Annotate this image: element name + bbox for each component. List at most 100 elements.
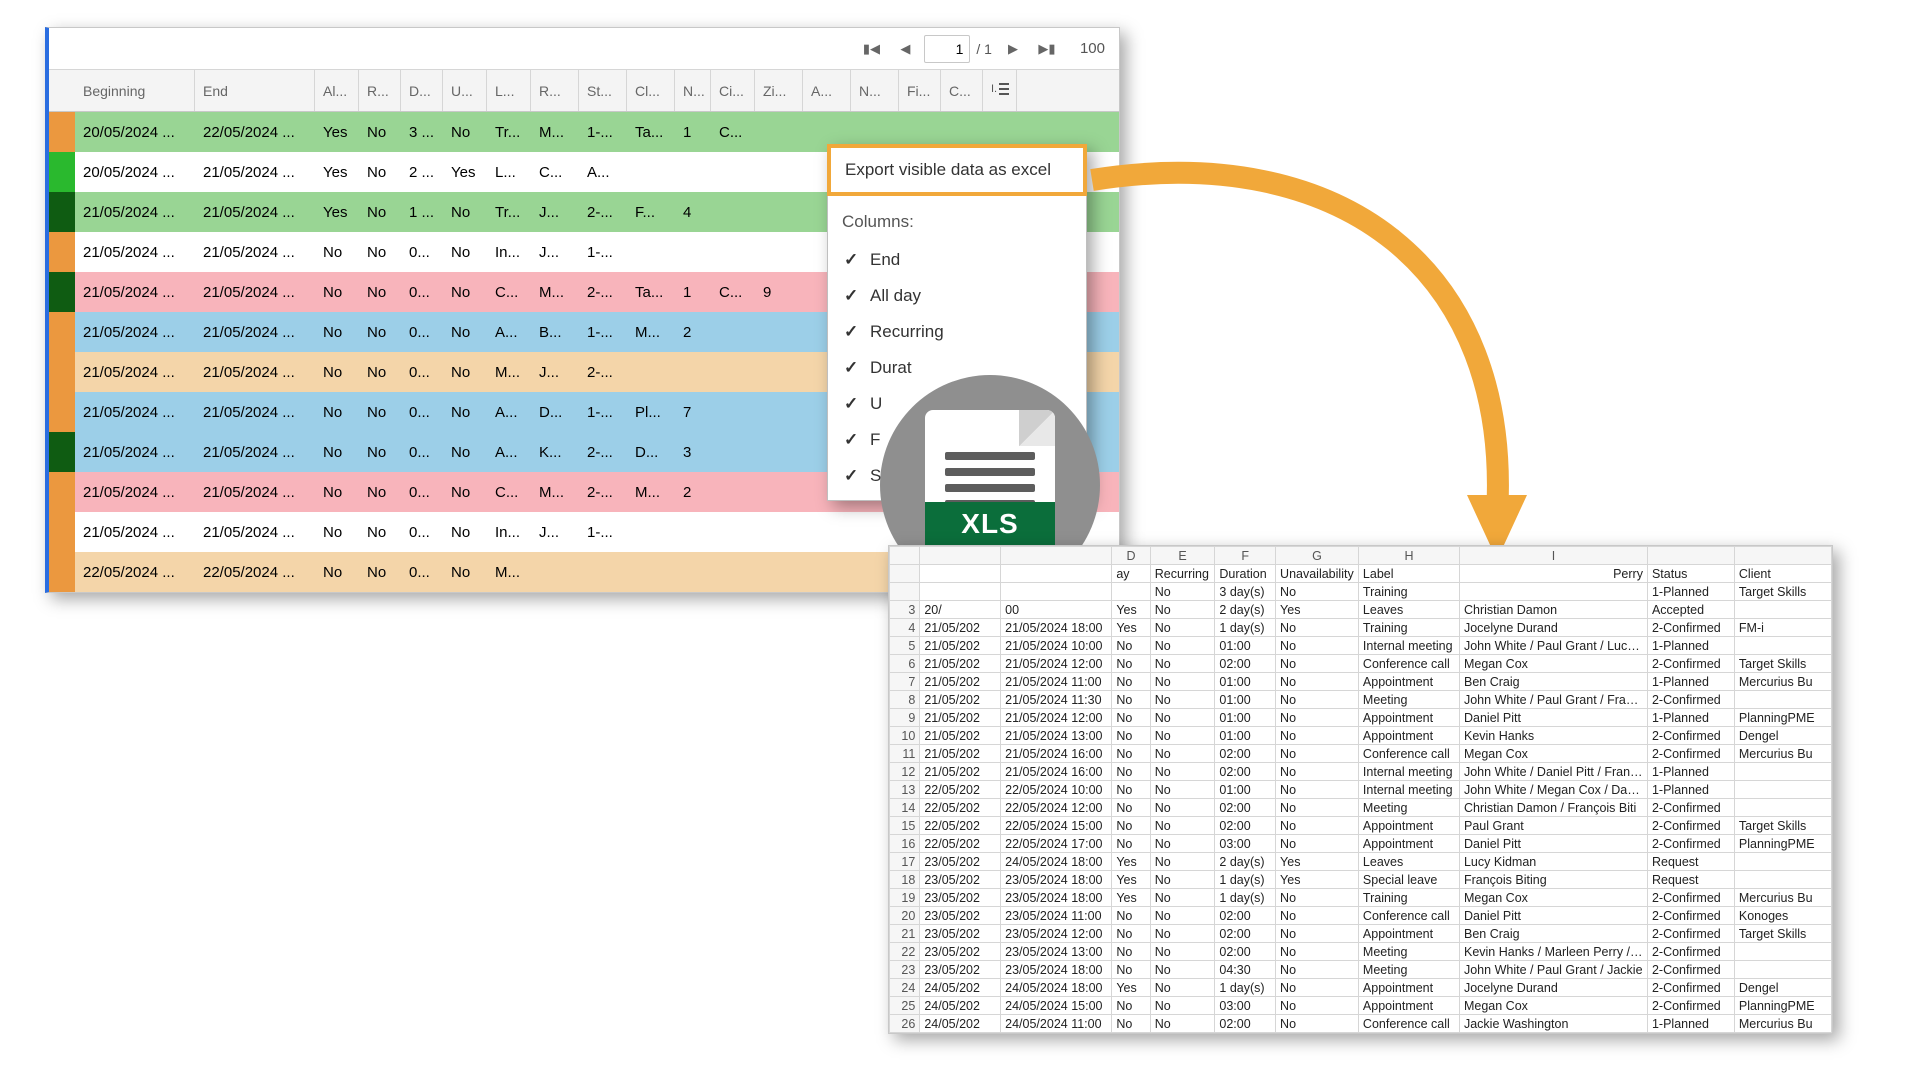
col-allday[interactable]: Al... <box>315 70 359 111</box>
row-number[interactable]: 19 <box>890 889 920 907</box>
sheet-row[interactable]: 1021/05/20221/05/2024 13:00NoNo01:00NoAp… <box>890 727 1832 745</box>
sheet-row[interactable]: 1522/05/20222/05/2024 15:00NoNo02:00NoAp… <box>890 817 1832 835</box>
sheet-row[interactable]: 1322/05/20222/05/2024 10:00NoNo01:00NoIn… <box>890 781 1832 799</box>
row-number[interactable]: 7 <box>890 673 920 691</box>
row-number[interactable]: 11 <box>890 745 920 763</box>
column-toggle-item[interactable]: ✓Recurring <box>828 314 1086 350</box>
sheet-row[interactable]: 2524/05/20224/05/2024 15:00NoNo03:00NoAp… <box>890 997 1832 1015</box>
row-number[interactable]: 26 <box>890 1015 920 1033</box>
sheet-row[interactable]: 921/05/20221/05/2024 12:00NoNo01:00NoApp… <box>890 709 1832 727</box>
col-resource[interactable]: R... <box>531 70 579 111</box>
sheet-row[interactable]: 320/00YesNo2 day(s)YesLeavesChristian Da… <box>890 601 1832 619</box>
cell: 2 <box>675 484 711 501</box>
col-letter[interactable]: E <box>1150 547 1215 565</box>
sheet-row[interactable]: 421/05/20221/05/2024 18:00YesNo1 day(s)N… <box>890 619 1832 637</box>
sheet-row[interactable]: 1723/05/20224/05/2024 18:00YesNo2 day(s)… <box>890 853 1832 871</box>
cell: 2-Confirmed <box>1647 925 1734 943</box>
row-number[interactable]: 8 <box>890 691 920 709</box>
row-number[interactable]: 6 <box>890 655 920 673</box>
col-zi[interactable]: Zi... <box>755 70 803 111</box>
column-menu-button[interactable]: I. <box>983 70 1017 111</box>
col-a[interactable]: A... <box>803 70 851 111</box>
next-page-icon[interactable]: ▶ <box>998 34 1028 64</box>
column-toggle-item[interactable]: ✓End <box>828 242 1086 278</box>
row-number[interactable]: 9 <box>890 709 920 727</box>
sheet-row[interactable]: 1221/05/20221/05/2024 16:00NoNo02:00NoIn… <box>890 763 1832 781</box>
page-size[interactable]: 100 <box>1080 40 1105 57</box>
row-number[interactable]: 14 <box>890 799 920 817</box>
row-number[interactable] <box>890 565 920 583</box>
row-number[interactable]: 10 <box>890 727 920 745</box>
cell: Training <box>1358 619 1459 637</box>
cell: 1-... <box>579 524 627 541</box>
sheet-row[interactable]: 2223/05/20223/05/2024 13:00NoNo02:00NoMe… <box>890 943 1832 961</box>
col-label[interactable]: L... <box>487 70 531 111</box>
sheet-row[interactable]: 2323/05/20223/05/2024 18:00NoNo04:30NoMe… <box>890 961 1832 979</box>
col-end[interactable]: End <box>195 70 315 111</box>
row-number[interactable]: 5 <box>890 637 920 655</box>
row-number[interactable]: 3 <box>890 601 920 619</box>
row-number[interactable]: 17 <box>890 853 920 871</box>
row-number[interactable]: 22 <box>890 943 920 961</box>
sheet-row[interactable]: 1923/05/20223/05/2024 18:00YesNo1 day(s)… <box>890 889 1832 907</box>
cell: 1-Planned <box>1647 709 1734 727</box>
pager: ▮◀ ◀ / 1 ▶ ▶▮ 100 <box>49 28 1119 70</box>
col-unavail[interactable]: U... <box>443 70 487 111</box>
sheet-row[interactable]: 1823/05/20223/05/2024 18:00YesNo1 day(s)… <box>890 871 1832 889</box>
page-input[interactable] <box>924 35 970 63</box>
row-number[interactable]: 12 <box>890 763 920 781</box>
row-number[interactable]: 18 <box>890 871 920 889</box>
row-number[interactable]: 25 <box>890 997 920 1015</box>
last-page-icon[interactable]: ▶▮ <box>1032 34 1062 64</box>
col-status[interactable]: St... <box>579 70 627 111</box>
sheet-row[interactable]: No3 day(s)NoTraining1-PlannedTarget Skil… <box>890 583 1832 601</box>
col-letter[interactable]: H <box>1358 547 1459 565</box>
col-letter[interactable]: G <box>1276 547 1359 565</box>
row-number[interactable]: 13 <box>890 781 920 799</box>
col-recurring[interactable]: R... <box>359 70 401 111</box>
col-letter[interactable]: F <box>1215 547 1276 565</box>
export-excel-item[interactable]: Export visible data as excel <box>827 144 1087 196</box>
col-beginning[interactable]: Beginning <box>75 70 195 111</box>
col-fi[interactable]: Fi... <box>899 70 941 111</box>
sheet-row[interactable]: 2123/05/20223/05/2024 12:00NoNo02:00NoAp… <box>890 925 1832 943</box>
row-number[interactable]: 23 <box>890 961 920 979</box>
cell <box>1459 583 1647 601</box>
cell: No <box>1276 817 1359 835</box>
sheet-row[interactable]: 2023/05/20223/05/2024 11:00NoNo02:00NoCo… <box>890 907 1832 925</box>
sheet-row[interactable]: 2424/05/20224/05/2024 18:00YesNo1 day(s)… <box>890 979 1832 997</box>
cell: 21/05/2024 ... <box>195 284 315 301</box>
col-letter[interactable]: D <box>1112 547 1150 565</box>
row-number[interactable]: 16 <box>890 835 920 853</box>
cell: Appointment <box>1358 925 1459 943</box>
cell: No <box>1112 961 1150 979</box>
cell: No <box>315 284 359 301</box>
cell: 22/05/2024 17:00 <box>1001 835 1112 853</box>
cell: 21/05/202 <box>920 763 1001 781</box>
cell: 02:00 <box>1215 655 1276 673</box>
sheet-row[interactable]: 2624/05/20224/05/2024 11:00NoNo02:00NoCo… <box>890 1015 1832 1033</box>
sheet-row[interactable]: 821/05/20221/05/2024 11:30NoNo01:00NoMee… <box>890 691 1832 709</box>
column-toggle-item[interactable]: ✓All day <box>828 278 1086 314</box>
row-number[interactable]: 21 <box>890 925 920 943</box>
col-letter[interactable]: I <box>1459 547 1647 565</box>
sheet-row[interactable]: 621/05/20221/05/2024 12:00NoNo02:00NoCon… <box>890 655 1832 673</box>
prev-page-icon[interactable]: ◀ <box>890 34 920 64</box>
row-number[interactable]: 20 <box>890 907 920 925</box>
sheet-row[interactable]: 721/05/20221/05/2024 11:00NoNo01:00NoApp… <box>890 673 1832 691</box>
col-client[interactable]: Cl... <box>627 70 675 111</box>
row-number[interactable] <box>890 583 920 601</box>
col-n2[interactable]: N... <box>851 70 899 111</box>
sheet-row[interactable]: 1422/05/20222/05/2024 12:00NoNo02:00NoMe… <box>890 799 1832 817</box>
col-n[interactable]: N... <box>675 70 711 111</box>
first-page-icon[interactable]: ▮◀ <box>856 34 886 64</box>
row-number[interactable]: 15 <box>890 817 920 835</box>
sheet-row[interactable]: 1121/05/20221/05/2024 16:00NoNo02:00NoCo… <box>890 745 1832 763</box>
col-duration[interactable]: D... <box>401 70 443 111</box>
col-c[interactable]: C... <box>941 70 983 111</box>
row-number[interactable]: 4 <box>890 619 920 637</box>
sheet-row[interactable]: 1622/05/20222/05/2024 17:00NoNo03:00NoAp… <box>890 835 1832 853</box>
row-number[interactable]: 24 <box>890 979 920 997</box>
sheet-row[interactable]: 521/05/20221/05/2024 10:00NoNo01:00NoInt… <box>890 637 1832 655</box>
col-ci[interactable]: Ci... <box>711 70 755 111</box>
